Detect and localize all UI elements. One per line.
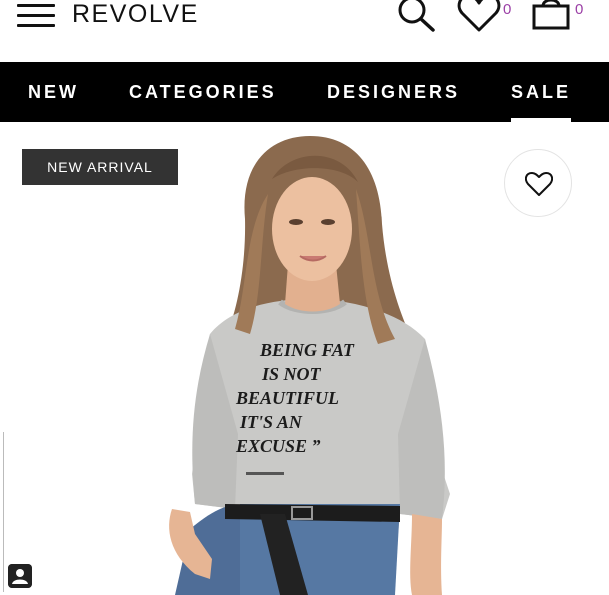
hamburger-menu-icon[interactable]	[17, 4, 55, 28]
main-navigation: NEW CATEGORIES DESIGNERS SALE	[0, 62, 609, 122]
user-icon[interactable]	[8, 564, 32, 588]
shirt-print-line: BEAUTIFUL	[236, 388, 340, 408]
nav-item-new[interactable]: NEW	[28, 62, 79, 122]
shirt-print-text: BEING FAT IS NOT BEAUTIFUL IT'S AN EXCUS…	[230, 338, 370, 458]
brand-logo[interactable]: REVOLVE	[72, 0, 199, 29]
left-edge-divider	[0, 432, 4, 592]
favorite-button[interactable]	[504, 149, 572, 217]
product-panel: BEING FAT IS NOT BEAUTIFUL IT'S AN EXCUS…	[0, 122, 609, 595]
wishlist-heart-icon[interactable]	[456, 0, 502, 34]
wishlist-count: 0	[503, 1, 512, 18]
shirt-print-line: IS NOT	[262, 364, 321, 384]
site-header: REVOLVE 0 0	[0, 0, 609, 62]
shirt-print-line: IT'S AN	[240, 412, 302, 432]
nav-item-categories[interactable]: CATEGORIES	[129, 62, 277, 122]
shopping-bag-icon[interactable]	[530, 0, 572, 32]
nav-item-designers[interactable]: DESIGNERS	[327, 62, 460, 122]
nav-item-sale[interactable]: SALE	[511, 62, 572, 122]
search-icon[interactable]	[393, 0, 437, 34]
heart-icon	[525, 172, 553, 196]
bag-count: 0	[575, 1, 584, 18]
shirt-print-line: BEING FAT	[260, 340, 354, 360]
shirt-print-line: EXCUSE ”	[236, 436, 321, 456]
new-arrival-badge: NEW ARRIVAL	[22, 149, 178, 185]
